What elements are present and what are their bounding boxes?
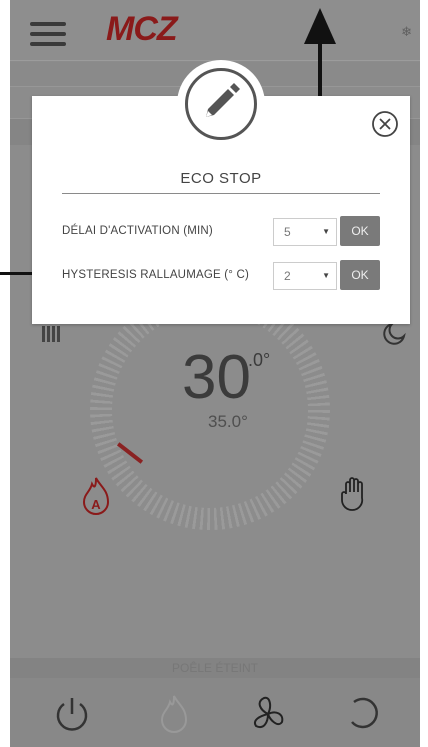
fan-icon[interactable]: [246, 692, 290, 736]
svg-text:A: A: [91, 497, 101, 512]
bars-icon[interactable]: [42, 326, 64, 342]
hamburger-icon[interactable]: [30, 22, 66, 46]
set-temperature: 35.0°: [208, 412, 248, 431]
close-circle-icon[interactable]: [370, 109, 400, 139]
current-temperature: 30: [182, 343, 251, 412]
dialog-title: ECO STOP: [180, 170, 262, 187]
pencil-icon: [206, 83, 240, 117]
dialog-divider: [62, 193, 380, 194]
top-bar: MCZ ❄: [10, 0, 420, 61]
hysteresis-ok-button[interactable]: OK: [340, 260, 380, 290]
moon-icon[interactable]: [382, 322, 406, 346]
activation-delay-select[interactable]: 5 ▼: [273, 218, 337, 246]
status-bar: POÊLE ÉTEINT: [10, 658, 420, 678]
activation-delay-label: DÉLAI D'ACTIVATION (MIN): [62, 225, 213, 237]
current-temperature-decimal: .0°: [248, 350, 271, 370]
flame-icon[interactable]: [152, 692, 196, 736]
annotation-arrowhead: [304, 8, 336, 44]
snowflake-icon[interactable]: ❄: [401, 24, 412, 40]
refresh-icon[interactable]: [340, 692, 384, 736]
power-icon[interactable]: [50, 692, 94, 736]
activation-delay-ok-button[interactable]: OK: [340, 216, 380, 246]
hand-icon[interactable]: [338, 476, 370, 512]
dropdown-caret-icon: ▼: [322, 227, 330, 236]
brand-logo: MCZ: [106, 10, 178, 48]
hysteresis-label: HYSTERESIS RALLAUMAGE (° C): [62, 269, 250, 281]
dropdown-caret-icon: ▼: [322, 271, 330, 280]
flame-auto-icon[interactable]: A: [80, 476, 112, 516]
hysteresis-select[interactable]: 2 ▼: [273, 262, 337, 290]
pencil-badge: [177, 60, 265, 148]
